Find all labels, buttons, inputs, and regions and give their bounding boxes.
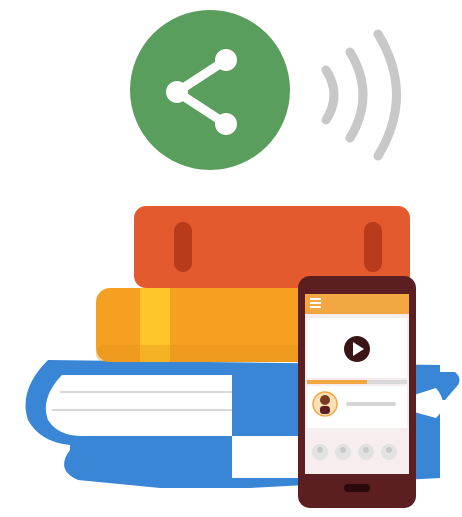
progress-fill bbox=[307, 380, 367, 384]
person-avatar-icon bbox=[312, 391, 338, 417]
share-badge bbox=[130, 10, 290, 170]
phone-home-button[interactable] bbox=[344, 484, 370, 492]
play-icon[interactable] bbox=[344, 336, 370, 362]
bottom-book-pages bbox=[45, 375, 232, 436]
top-book bbox=[134, 206, 410, 288]
audiobook-share-illustration bbox=[25, 10, 460, 508]
phone bbox=[298, 276, 416, 508]
sound-wave-icon bbox=[321, 29, 401, 161]
phone-text-line bbox=[346, 402, 396, 406]
share-badge-circle bbox=[130, 10, 290, 170]
